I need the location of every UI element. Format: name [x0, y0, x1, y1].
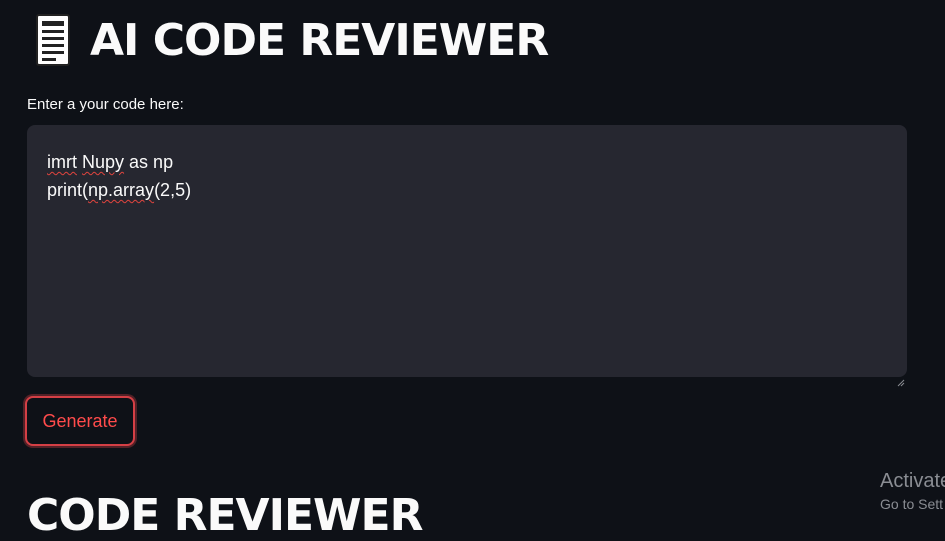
page-title: AI CODE REVIEWER: [90, 14, 549, 66]
watermark-subtitle: Go to Sett: [880, 496, 944, 512]
generate-button[interactable]: Generate: [25, 396, 135, 446]
code-line-2: print(np.array(2,5): [47, 176, 887, 204]
code-token: as np: [124, 152, 174, 172]
code-line-1: imrt Nupy as np: [47, 148, 887, 176]
code-token: np.array: [88, 180, 155, 200]
code-input-label: Enter a your code here:: [27, 96, 184, 113]
page-header: AI CODE REVIEWER: [28, 10, 549, 70]
activation-watermark: Activate Go to Sett: [880, 468, 945, 514]
section-heading: CODE REVIEWER: [27, 490, 423, 541]
code-textarea[interactable]: imrt Nupy as np print(np.array(2,5): [27, 125, 907, 387]
code-token: print(: [47, 180, 89, 200]
watermark-title: Activate: [880, 470, 945, 492]
app-page: AI CODE REVIEWER Enter a your code here:…: [0, 0, 945, 541]
resize-handle-icon[interactable]: [897, 367, 905, 387]
code-token: imrt: [47, 152, 77, 172]
code-token: (2,5): [154, 180, 192, 200]
document-icon: [28, 12, 78, 68]
code-token: Nupy: [82, 152, 125, 172]
